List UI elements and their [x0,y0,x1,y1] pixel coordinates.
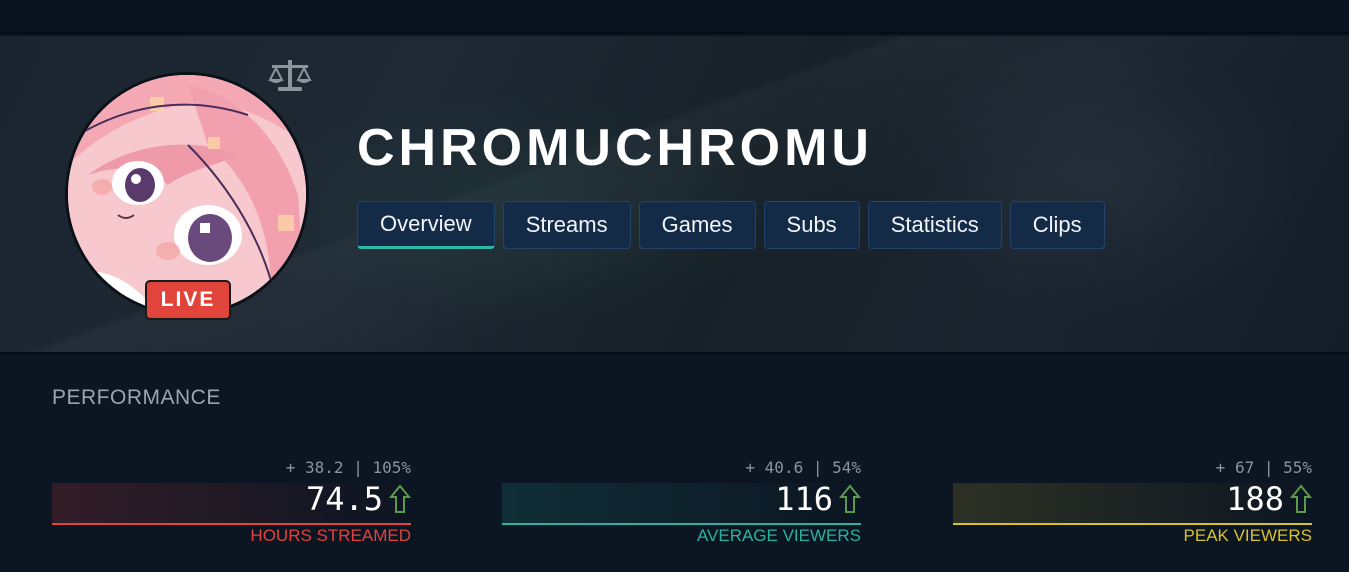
trend-up-icon [389,484,411,513]
scale-icon[interactable] [268,58,312,94]
stat-delta: + 38.2 | 105% [285,458,411,477]
stat-underline [52,523,411,525]
performance-title: PERFORMANCE [52,386,221,409]
tab-subs[interactable]: Subs [763,201,860,249]
live-badge: LIVE [145,280,231,320]
anime-avatar-image [68,75,306,313]
channel-name: CHROMUCHROMU [357,119,873,177]
stat-delta: + 67 | 55% [1215,458,1312,477]
stat-value: 74.5 [305,480,383,518]
trend-up-icon [839,484,861,513]
stat-label: HOURS STREAMED [250,526,411,545]
tab-streams[interactable]: Streams [502,201,631,249]
stat-label: AVERAGE VIEWERS [696,526,861,545]
stat-underline [502,523,861,525]
tab-games[interactable]: Games [638,201,756,249]
stat-value: 188 [1226,480,1284,518]
channel-avatar-container[interactable]: LIVE [65,72,309,320]
stat-delta: + 40.6 | 54% [745,458,861,477]
stat-hours-streamed: + 38.2 | 105% 74.5 HOURS STREAMED [52,455,411,547]
stat-average-viewers: + 40.6 | 54% 116 AVERAGE VIEWERS [502,455,861,547]
stat-underline [953,523,1312,525]
tab-clips[interactable]: Clips [1009,201,1105,249]
top-navbar [0,0,1349,34]
tab-statistics[interactable]: Statistics [867,201,1002,249]
stat-label: PEAK VIEWERS [1183,526,1312,545]
channel-tabs: Overview Streams Games Subs Statistics C… [357,201,1105,249]
trend-up-icon [1290,484,1312,513]
stat-peak-viewers: + 67 | 55% 188 PEAK VIEWERS [953,455,1312,547]
header-divider [0,352,1349,354]
tab-overview[interactable]: Overview [357,201,495,249]
stat-value: 116 [775,480,833,518]
